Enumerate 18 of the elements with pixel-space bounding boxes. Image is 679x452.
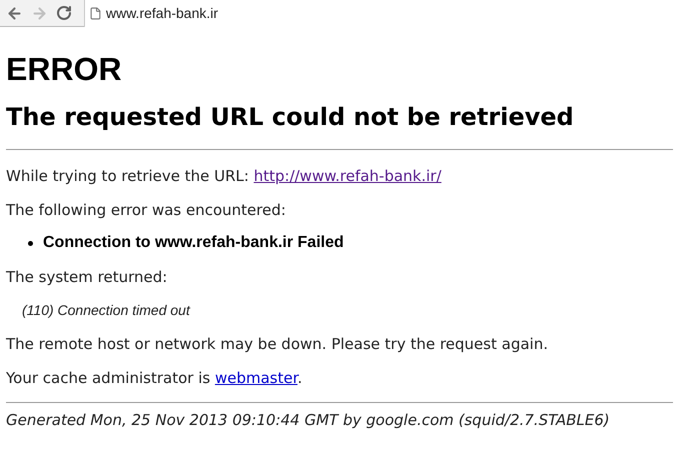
admin-message: Your cache administrator is webmaster. (6, 368, 304, 389)
page-heading: ERROR (6, 50, 123, 89)
page-subheading: The requested URL could not be retrieved (6, 102, 575, 132)
reload-icon[interactable] (56, 5, 72, 21)
system-message: (110) Connection timed out (22, 301, 192, 320)
back-icon[interactable] (6, 4, 23, 22)
advice-text: The remote host or network may be down. Please try the request again. (6, 334, 549, 355)
webmaster-link[interactable]: webmaster (214, 369, 298, 387)
page-icon (89, 6, 102, 20)
address-text: www.refah-bank.ir (106, 4, 218, 22)
error-item: Connection to www.refah-bank.ir Failed (43, 233, 344, 253)
bullet-icon (28, 240, 33, 246)
error-intro: The following error was encountered: (6, 200, 287, 221)
url-link[interactable]: http://www.refah-bank.ir/ (254, 167, 442, 185)
address-bar[interactable]: www.refah-bank.ir (84, 0, 679, 26)
url-message: While trying to retrieve the URL: http://www.refah-bank.ir/ (6, 166, 442, 187)
system-intro: The system returned: (6, 267, 168, 288)
footer-text: Generated Mon, 25 Nov 2013 09:10:44 GMT by google.com (squid/2.7.STABLE6) (6, 410, 611, 431)
